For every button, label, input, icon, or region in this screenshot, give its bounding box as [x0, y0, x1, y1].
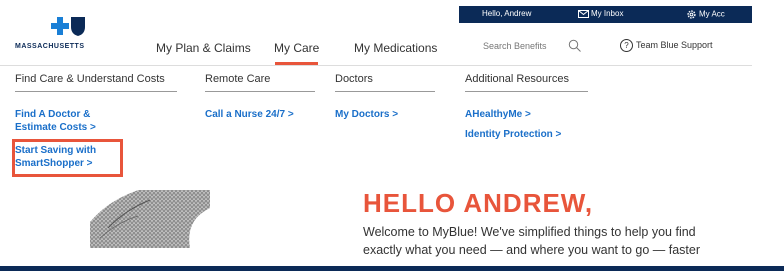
logo-wordmark: MASSACHUSETTS — [15, 43, 85, 50]
right-gutter — [752, 0, 784, 271]
column-divider — [335, 91, 435, 92]
account-link[interactable]: My Acc — [686, 9, 725, 20]
smartshopper-highlight-box — [12, 139, 123, 177]
column-divider — [205, 91, 315, 92]
inbox-label: My Inbox — [591, 9, 624, 18]
search-benefits-input[interactable]: Search Benefits — [467, 38, 595, 58]
menu-heading-additional-resources: Additional Resources — [465, 73, 569, 85]
nav-tab-medications[interactable]: My Medications — [354, 41, 437, 55]
team-blue-support-link[interactable]: ? Team Blue Support — [620, 39, 713, 52]
nav-tab-plan-claims[interactable]: My Plan & Claims — [156, 41, 251, 55]
utility-bar: Hello, Andrew My Inbox My Acc — [459, 6, 752, 23]
support-label: Team Blue Support — [636, 39, 713, 50]
nav-tab-my-care[interactable]: My Care — [274, 41, 319, 55]
cross-shield-icon — [51, 17, 85, 36]
search-placeholder: Search Benefits — [483, 41, 547, 51]
my-doctors-link[interactable]: My Doctors > — [335, 108, 398, 121]
column-divider — [465, 91, 588, 92]
find-doctor-estimate-costs-link[interactable]: Find A Doctor & Estimate Costs > — [15, 108, 125, 134]
inbox-link[interactable]: My Inbox — [578, 9, 623, 18]
ahealthyme-link[interactable]: AHealthyMe > — [465, 108, 531, 121]
hero-section: HELLO ANDREW, Welcome to MyBlue! We've s… — [0, 188, 752, 257]
hero-welcome-text: Welcome to MyBlue! We've simplified thin… — [363, 225, 700, 257]
bcbs-logo[interactable]: MASSACHUSETTS — [15, 15, 115, 51]
identity-protection-link[interactable]: Identity Protection > — [465, 128, 561, 141]
mail-icon — [578, 9, 589, 18]
account-label: My Acc — [699, 9, 725, 19]
search-icon[interactable] — [568, 39, 582, 53]
page: Hello, Andrew My Inbox My Acc MASSACHUSE… — [0, 0, 752, 271]
hero-greeting-title: HELLO ANDREW, — [363, 188, 594, 218]
question-icon: ? — [620, 39, 633, 52]
greeting-text: Hello, Andrew — [482, 9, 532, 18]
call-nurse-link[interactable]: Call a Nurse 24/7 > — [205, 108, 294, 121]
menu-heading-doctors: Doctors — [335, 73, 373, 85]
menu-heading-remote-care: Remote Care — [205, 73, 271, 85]
gear-icon — [687, 10, 696, 19]
menu-heading-find-care: Find Care & Understand Costs — [15, 73, 165, 85]
bottom-bar — [0, 266, 784, 271]
column-divider — [15, 91, 177, 92]
hero-photo-man-in-sweater — [90, 188, 210, 248]
